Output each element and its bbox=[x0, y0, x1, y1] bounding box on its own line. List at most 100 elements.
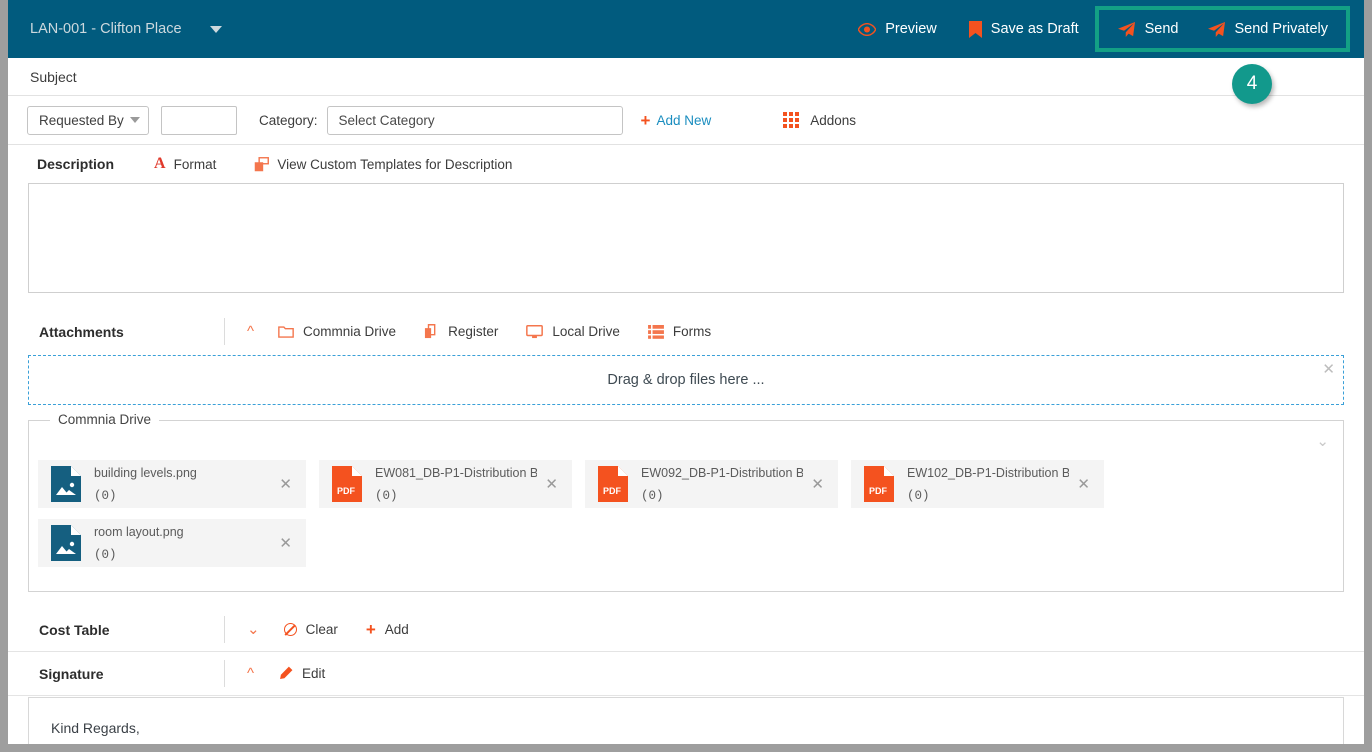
requested-by-value: Requested By bbox=[39, 112, 124, 128]
pdf-file-icon: PDF bbox=[598, 466, 628, 502]
format-label: Format bbox=[173, 156, 217, 172]
local-drive-button[interactable]: Local Drive bbox=[512, 324, 634, 339]
png-file-icon bbox=[51, 525, 81, 561]
file-size: (0) bbox=[907, 489, 930, 503]
file-chip[interactable]: PDF EW092_DB-P1-Distribution Board... (0… bbox=[585, 460, 838, 508]
png-file-icon bbox=[51, 466, 81, 502]
meta-row: Requested By Category: Select Category +… bbox=[8, 96, 1364, 145]
send-button[interactable]: Send bbox=[1103, 10, 1193, 48]
description-editor[interactable] bbox=[28, 183, 1344, 293]
send-label: Send bbox=[1144, 21, 1179, 37]
signature-title: Signature bbox=[39, 665, 104, 682]
monitor-icon bbox=[526, 324, 544, 339]
file-meta: EW092_DB-P1-Distribution Board... (0) bbox=[641, 462, 803, 505]
subject-row[interactable]: Subject bbox=[8, 58, 1364, 96]
description-header: Description A Format View Custom Templat… bbox=[28, 145, 1344, 183]
remove-file-icon[interactable]: ✕ bbox=[537, 477, 566, 492]
category-select[interactable]: Select Category bbox=[326, 105, 623, 135]
category-label: Category: bbox=[259, 112, 318, 128]
file-chip[interactable]: building levels.png (0) ✕ bbox=[38, 460, 306, 508]
file-name: EW081_DB-P1-Distribution Board... bbox=[375, 466, 537, 481]
file-name: building levels.png bbox=[94, 466, 197, 481]
file-size: (0) bbox=[375, 489, 398, 503]
format-button[interactable]: A Format bbox=[154, 156, 216, 172]
signature-row: Signature ^ Edit bbox=[8, 652, 1364, 696]
send-actions-highlight: Send Send Privately bbox=[1094, 6, 1350, 52]
attachments-title: Attachments bbox=[39, 323, 124, 340]
file-name: EW092_DB-P1-Distribution Board... bbox=[641, 466, 803, 481]
bookmark-icon bbox=[968, 20, 982, 38]
send-privately-label: Send Privately bbox=[1234, 21, 1329, 37]
grid-icon bbox=[783, 112, 800, 128]
subject-label: Subject bbox=[30, 68, 77, 85]
request-composer-page: LAN-001 - Clifton Place Preview Save as … bbox=[0, 0, 1372, 752]
remove-file-icon[interactable]: ✕ bbox=[271, 536, 300, 551]
commnia-drive-panel: Commnia Drive ⌄ building levels.png (0) … bbox=[28, 412, 1344, 592]
attachment-source-tools: Commnia Drive Register Local Drive Forms bbox=[264, 324, 725, 339]
save-as-draft-button[interactable]: Save as Draft bbox=[953, 0, 1095, 58]
register-label: Register bbox=[448, 324, 499, 339]
dropzone-text: Drag & drop files here ... bbox=[607, 372, 765, 388]
file-chip[interactable]: room layout.png (0) ✕ bbox=[38, 519, 306, 567]
file-chip[interactable]: PDF EW081_DB-P1-Distribution Board... (0… bbox=[319, 460, 572, 508]
send-plane-icon bbox=[1117, 21, 1136, 38]
project-selector[interactable]: LAN-001 - Clifton Place bbox=[30, 21, 222, 37]
file-dropzone[interactable]: Drag & drop files here ... ✕ bbox=[28, 355, 1344, 405]
eye-icon bbox=[857, 22, 877, 36]
save-as-draft-label: Save as Draft bbox=[990, 21, 1079, 37]
file-meta: EW081_DB-P1-Distribution Board... (0) bbox=[375, 462, 537, 505]
commnia-drive-label: Commnia Drive bbox=[303, 324, 397, 339]
remove-file-icon[interactable]: ✕ bbox=[803, 477, 832, 492]
cost-table-row: Cost Table ⌄ Clear + Add bbox=[8, 608, 1364, 652]
addons-button[interactable]: Addons bbox=[783, 112, 856, 128]
commnia-drive-button[interactable]: Commnia Drive bbox=[264, 324, 410, 339]
svg-text:PDF: PDF bbox=[603, 486, 622, 496]
clear-cost-table-button[interactable]: Clear bbox=[270, 622, 352, 637]
requested-by-select[interactable]: Requested By bbox=[27, 105, 149, 135]
edit-signature-button[interactable]: Edit bbox=[264, 666, 339, 681]
remove-file-icon[interactable]: ✕ bbox=[1069, 477, 1098, 492]
font-format-icon: A bbox=[154, 155, 166, 172]
attached-files-list: building levels.png (0) ✕ PDF EW081_DB-P… bbox=[38, 460, 1334, 567]
collapse-attachments-icon[interactable]: ^ bbox=[237, 324, 264, 339]
preview-label: Preview bbox=[885, 21, 937, 37]
folder-icon bbox=[278, 325, 294, 338]
chevron-down-icon bbox=[209, 25, 222, 33]
local-drive-label: Local Drive bbox=[552, 324, 620, 339]
step-number: 4 bbox=[1246, 73, 1258, 94]
file-meta: EW102_DB-P1-Distribution Board... (0) bbox=[907, 462, 1069, 505]
forms-icon bbox=[647, 324, 664, 339]
pencil-icon bbox=[278, 666, 293, 681]
file-meta: room layout.png (0) bbox=[94, 521, 184, 564]
divider bbox=[224, 318, 225, 345]
collapse-signature-icon[interactable]: ^ bbox=[237, 666, 264, 681]
plus-icon: + bbox=[640, 110, 651, 130]
signature-body: Kind Regards, bbox=[51, 720, 140, 736]
requested-by-input[interactable] bbox=[161, 105, 237, 135]
step-callout-badge: 4 bbox=[1232, 64, 1272, 104]
register-button[interactable]: Register bbox=[410, 324, 512, 339]
close-icon[interactable]: ✕ bbox=[1322, 362, 1335, 377]
remove-file-icon[interactable]: ✕ bbox=[271, 477, 300, 492]
addons-label: Addons bbox=[810, 112, 857, 128]
send-privately-button[interactable]: Send Privately bbox=[1193, 10, 1343, 48]
top-toolbar: LAN-001 - Clifton Place Preview Save as … bbox=[8, 0, 1364, 58]
file-size: (0) bbox=[641, 489, 664, 503]
file-chip[interactable]: PDF EW102_DB-P1-Distribution Board... (0… bbox=[851, 460, 1104, 508]
forms-button[interactable]: Forms bbox=[634, 324, 725, 339]
add-new-category-button[interactable]: + Add New bbox=[641, 112, 712, 129]
svg-text:PDF: PDF bbox=[869, 486, 888, 496]
cost-table-title: Cost Table bbox=[39, 621, 110, 638]
forms-label: Forms bbox=[672, 324, 712, 339]
file-name: EW102_DB-P1-Distribution Board... bbox=[907, 466, 1069, 481]
plus-icon: + bbox=[365, 620, 376, 639]
expand-cost-table-icon[interactable]: ⌄ bbox=[237, 622, 270, 637]
view-custom-templates-button[interactable]: View Custom Templates for Description bbox=[254, 157, 512, 172]
send-plane-private-icon bbox=[1207, 21, 1226, 38]
add-cost-row-button[interactable]: + Add bbox=[352, 621, 423, 638]
preview-button[interactable]: Preview bbox=[842, 0, 953, 58]
pdf-file-icon: PDF bbox=[864, 466, 894, 502]
signature-editor[interactable]: Kind Regards, bbox=[28, 697, 1344, 744]
chevron-down-icon[interactable]: ⌄ bbox=[1316, 434, 1329, 449]
divider bbox=[224, 616, 225, 643]
